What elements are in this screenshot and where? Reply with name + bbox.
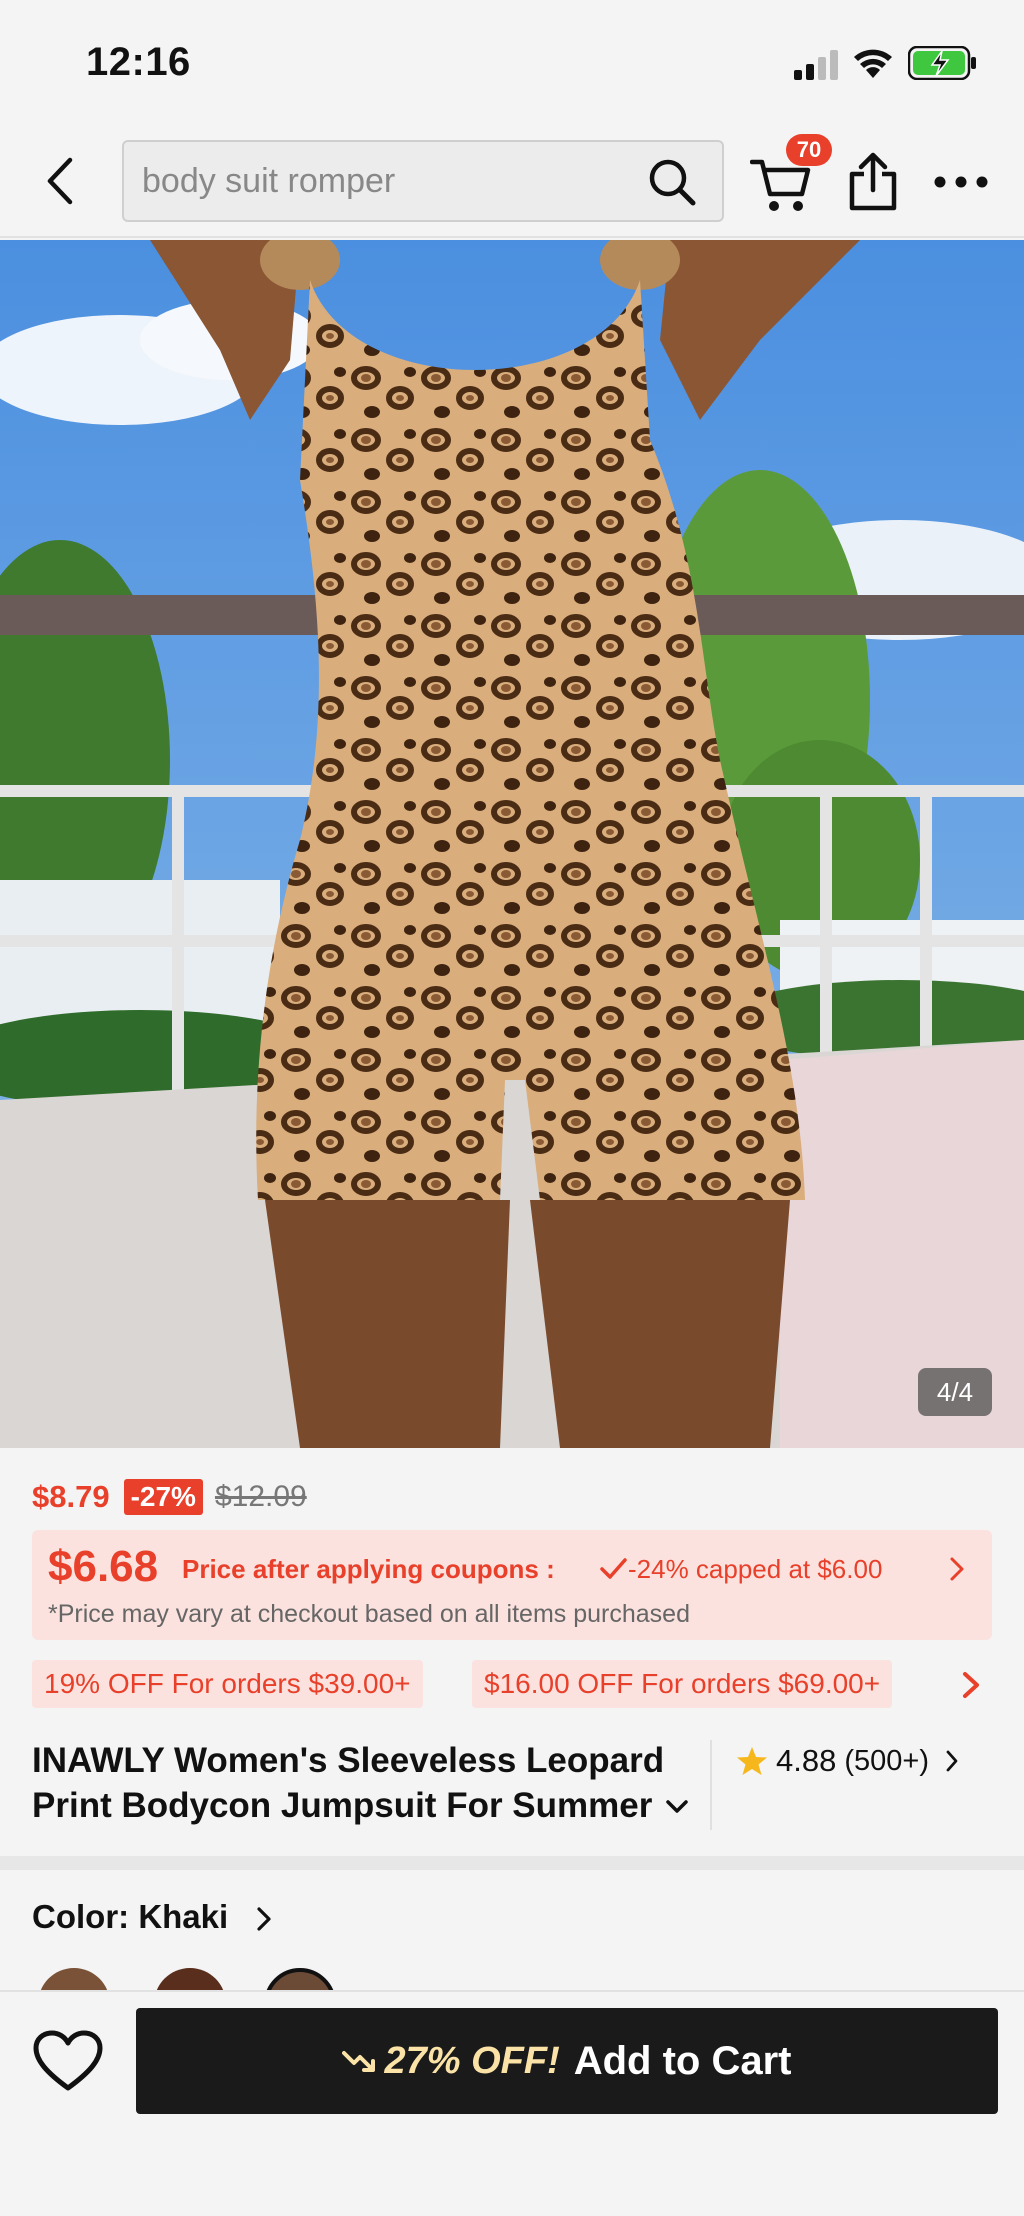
section-separator <box>0 1856 1024 1870</box>
original-price: $12.09 <box>214 1480 307 1513</box>
offer-chip[interactable]: $16.00 OFF For orders $69.00+ <box>472 1660 893 1708</box>
battery-charging-icon <box>908 46 976 80</box>
coupon-cap: -24% capped at $6.00 <box>628 1554 883 1584</box>
star-icon <box>737 1747 767 1775</box>
share-icon[interactable] <box>848 152 898 212</box>
coupon-note: *Price may vary at checkout based on all… <box>48 1600 690 1628</box>
rating-value: 4.88 <box>776 1743 837 1778</box>
color-swatch[interactable] <box>154 1968 226 1990</box>
divider <box>710 1740 712 1830</box>
add-to-cart-label: Add to Cart <box>573 2038 792 2083</box>
product-title: INAWLY Women's Sleeveless Leopard Print … <box>32 1741 665 1825</box>
status-bar: 12:16 <box>0 0 1024 120</box>
chevron-down-icon[interactable] <box>664 1796 690 1818</box>
add-to-cart-button[interactable]: 27% OFF! Add to Cart <box>136 2008 998 2114</box>
bottom-bar: 27% OFF! Add to Cart <box>0 1990 1024 2216</box>
chevron-right-icon[interactable] <box>256 1906 272 1932</box>
search-bar[interactable] <box>122 140 724 222</box>
coupon-price-box[interactable]: $6.68 Price after applying coupons : -24… <box>32 1530 992 1640</box>
color-label[interactable]: Color: Khaki <box>32 1898 228 1936</box>
image-counter: 4/4 <box>918 1368 992 1416</box>
offer-chip[interactable]: 19% OFF For orders $39.00+ <box>32 1660 423 1708</box>
search-input[interactable] <box>142 156 622 206</box>
nav-bar: 70 <box>0 120 1024 238</box>
signal-icon <box>794 50 838 80</box>
rating[interactable]: 4.88 (500+) <box>736 1740 959 1782</box>
trend-down-icon <box>342 2051 376 2072</box>
offer-chips: 19% OFF For orders $39.00+ $16.00 OFF Fo… <box>32 1660 1024 1708</box>
product-title-block[interactable]: INAWLY Women's Sleeveless Leopard Print … <box>32 1738 692 1828</box>
coupon-label: Price after applying coupons : <box>182 1554 555 1584</box>
rating-count: (500+) <box>844 1744 929 1777</box>
check-icon <box>600 1558 627 1579</box>
color-swatches <box>0 1960 1024 1990</box>
discount-badge: -27% <box>123 1479 203 1515</box>
heart-icon[interactable] <box>32 2030 104 2094</box>
color-swatch-selected[interactable] <box>264 1968 336 1990</box>
product-image[interactable] <box>0 240 1024 1448</box>
cart-count-badge: 70 <box>786 134 832 166</box>
chevron-right-icon <box>946 1750 958 1772</box>
color-swatch[interactable] <box>38 1968 110 1990</box>
chevron-right-icon <box>950 1557 964 1581</box>
status-time: 12:16 <box>86 40 191 84</box>
current-price: $8.79 <box>32 1479 110 1514</box>
chevron-right-icon[interactable] <box>960 1670 982 1700</box>
promo-text: 27% OFF! <box>384 2039 560 2082</box>
price-row: $8.79 -27% $12.09 <box>32 1474 307 1520</box>
chevron-left-icon[interactable] <box>40 156 84 206</box>
more-icon[interactable] <box>934 172 988 192</box>
coupon-price: $6.68 <box>48 1542 159 1591</box>
search-icon[interactable] <box>646 156 698 208</box>
product-photo <box>0 240 1024 1448</box>
wifi-icon <box>854 49 892 78</box>
